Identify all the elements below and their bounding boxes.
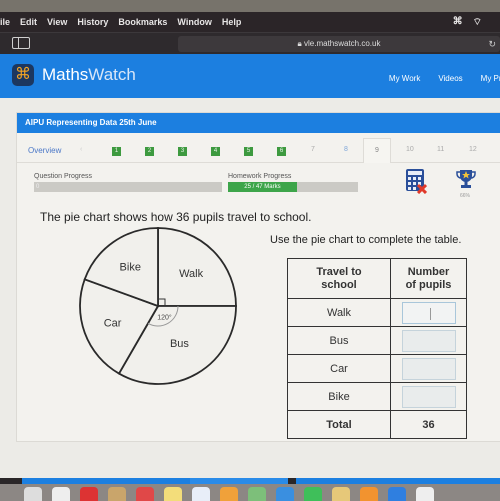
assignment-title: AIPU Representing Data 25th June (17, 113, 500, 133)
answer-input-car[interactable] (401, 357, 456, 380)
dock-app-icon[interactable] (108, 487, 126, 501)
menu-history[interactable]: History (77, 17, 108, 27)
trophy-percent: 66% (460, 193, 471, 199)
table-header-row: Travel to school Number of pupils (287, 258, 467, 299)
question-text: The pie chart shows how 36 pupils travel… (40, 210, 312, 224)
mac-menubar: ile Edit View History Bookmarks Window H… (0, 12, 500, 32)
angle-label: 120° (157, 313, 172, 321)
header-number: Number of pupils (390, 258, 467, 299)
question-tabs: Overview ‹ 1 2 3 4 5 6 7 8 9 10 11 12 (17, 138, 500, 163)
table-row: Bike (287, 382, 467, 411)
table-row: Walk (287, 298, 467, 327)
dock-app-icon[interactable] (80, 487, 98, 501)
answer-input-bus[interactable] (401, 329, 456, 352)
tab-question-2[interactable]: 2 (145, 147, 154, 156)
mathswatch-logo-icon[interactable] (12, 64, 34, 86)
total-label: Total (287, 410, 391, 439)
lock-icon: 🔒︎ (297, 39, 302, 48)
main-nav: My Work Videos My Pro (389, 74, 500, 83)
dock-app-icon[interactable] (52, 487, 70, 501)
dock-app-icon[interactable] (416, 487, 434, 501)
dock-app-icon[interactable] (360, 487, 378, 501)
answer-input-bike[interactable] (401, 385, 456, 408)
header-travel: Travel to school (287, 258, 391, 299)
homework-progress-bar: 25 / 47 Marks (228, 182, 358, 192)
dock-app-icon[interactable] (24, 487, 42, 501)
table-total-row: Total 36 (287, 410, 467, 439)
answer-input-walk[interactable] (401, 301, 456, 324)
dock-app-icon[interactable] (276, 487, 294, 501)
dock-app-icon[interactable] (136, 487, 154, 501)
pie-label-bus: Bus (170, 338, 189, 350)
mac-dock (0, 484, 500, 501)
tab-overview[interactable]: Overview (28, 146, 61, 155)
menu-view[interactable]: View (47, 17, 67, 27)
menu-file[interactable]: ile (0, 17, 10, 27)
site-header: MathsWatch My Work Videos My Pro (0, 54, 500, 98)
row-label-car: Car (287, 354, 391, 383)
tab-question-11[interactable]: 11 (437, 146, 444, 153)
tab-question-1[interactable]: 1 (112, 147, 121, 156)
tab-question-4[interactable]: 4 (211, 147, 220, 156)
question-progress-value: 0 (36, 184, 40, 190)
nav-my-profile[interactable]: My Pro (481, 74, 500, 83)
nav-my-work[interactable]: My Work (389, 74, 420, 83)
answer-table: Travel to school Number of pupils Walk Bus… (287, 258, 467, 439)
tab-prev[interactable]: ‹ (80, 146, 82, 153)
dock-app-icon[interactable] (220, 487, 238, 501)
row-label-bus: Bus (287, 326, 391, 355)
tab-question-7[interactable]: 7 (311, 146, 315, 153)
tab-question-5[interactable]: 5 (244, 147, 253, 156)
question-instruction: Use the pie chart to complete the table. (270, 234, 462, 246)
pie-chart: Walk Bus Car Bike 120° (79, 227, 237, 385)
row-label-bike: Bike (287, 382, 391, 411)
table-row: Bus (287, 326, 467, 355)
dock-app-icon[interactable] (304, 487, 322, 501)
wifi-icon[interactable]: ⌔ (473, 16, 482, 29)
url-text: vle.mathswatch.co.uk (304, 39, 381, 48)
question-progress-label: Question Progress (34, 173, 92, 180)
calculator-icon[interactable] (405, 168, 427, 194)
menu-window[interactable]: Window (177, 17, 211, 27)
row-label-walk: Walk (287, 298, 391, 327)
screen-bezel (0, 0, 500, 12)
pie-label-car: Car (104, 318, 122, 330)
menu-bookmarks[interactable]: Bookmarks (118, 17, 167, 27)
question-progress-bar: 0 (34, 182, 222, 192)
sidebar-toggle-button[interactable] (12, 37, 30, 49)
status-icon[interactable]: ⌘ (453, 16, 463, 29)
browser-toolbar: 🔒︎ vle.mathswatch.co.uk ↻ (0, 32, 500, 54)
trophy-icon (456, 170, 476, 188)
dock-app-icon[interactable] (332, 487, 350, 501)
reload-icon[interactable]: ↻ (488, 36, 496, 52)
homework-progress-label: Homework Progress (228, 173, 292, 180)
tab-question-6[interactable]: 6 (277, 147, 286, 156)
dock-app-icon[interactable] (192, 487, 210, 501)
total-value: 36 (390, 410, 467, 439)
dock-app-icon[interactable] (248, 487, 266, 501)
tab-question-9[interactable]: 9 (363, 138, 391, 163)
brand-name[interactable]: MathsWatch (42, 65, 136, 85)
tab-question-12[interactable]: 12 (469, 146, 477, 153)
address-bar[interactable]: 🔒︎ vle.mathswatch.co.uk ↻ (178, 36, 500, 52)
menu-help[interactable]: Help (222, 17, 242, 27)
tab-question-10[interactable]: 10 (406, 146, 414, 153)
dock-app-icon[interactable] (388, 487, 406, 501)
tab-question-8[interactable]: 8 (344, 146, 348, 153)
pie-label-bike: Bike (120, 261, 141, 273)
nav-videos[interactable]: Videos (438, 74, 462, 83)
homework-progress-fill: 25 / 47 Marks (228, 182, 297, 192)
pie-label-walk: Walk (179, 268, 204, 280)
dock-app-icon[interactable] (164, 487, 182, 501)
tab-question-3[interactable]: 3 (178, 147, 187, 156)
table-row: Car (287, 354, 467, 383)
menu-edit[interactable]: Edit (20, 17, 37, 27)
